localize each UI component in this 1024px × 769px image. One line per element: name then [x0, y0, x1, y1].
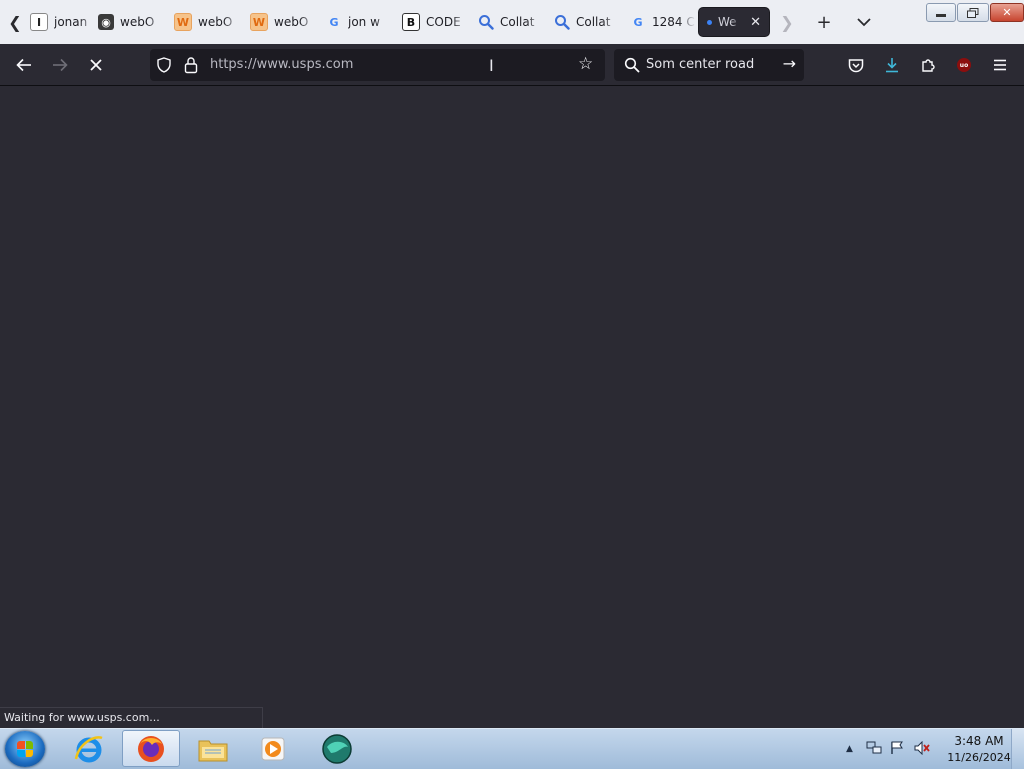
tab-webo-2[interactable]: W webO	[168, 8, 240, 36]
taskbar-file-explorer[interactable]	[184, 730, 242, 767]
globe-icon: ◉	[98, 14, 114, 30]
show-desktop-button[interactable]	[1011, 729, 1024, 769]
scroll-tabs-right-button[interactable]: ❯	[774, 8, 800, 36]
folder-icon	[198, 740, 228, 761]
clock-time[interactable]: 3:48 AM	[944, 734, 1014, 748]
tab-label: jon w	[348, 15, 380, 29]
back-button[interactable]	[9, 50, 39, 80]
start-button[interactable]	[5, 731, 45, 767]
tab-label: Collat	[576, 15, 611, 29]
windows-logo-icon	[17, 741, 33, 757]
google-icon: G	[329, 15, 339, 29]
search-bar[interactable]: Som center road →	[614, 49, 804, 81]
download-arrow-icon	[886, 58, 898, 73]
search-go-icon[interactable]: →	[783, 54, 796, 73]
tab-label: 1284 C	[652, 15, 695, 29]
tab-jon-w[interactable]: G jon w	[320, 8, 392, 36]
volume-muted-icon[interactable]	[914, 740, 930, 758]
tab-code[interactable]: B CODE	[396, 8, 468, 36]
tab-strip: ❮ I jonan ◉ webO W webO W webO G jon w B…	[0, 0, 1024, 45]
loading-dot-icon	[707, 19, 712, 25]
tab-label: Collat	[500, 15, 535, 29]
taskbar-media-player[interactable]	[244, 730, 302, 767]
taskbar-app[interactable]	[308, 730, 366, 767]
pocket-button[interactable]	[844, 53, 868, 77]
url-bar[interactable]: https://www.usps.com I ☆	[150, 49, 605, 81]
arrow-left-icon	[16, 58, 31, 72]
plus-icon: +	[816, 11, 832, 33]
tracking-protection-shield-icon[interactable]	[156, 57, 172, 73]
ublock-shield-icon: uo	[957, 58, 971, 72]
ublock-origin-button[interactable]: uo	[952, 53, 976, 77]
windows-taskbar: ▲ 3:48 AM 11/26/2024	[0, 728, 1024, 769]
network-icon[interactable]	[866, 741, 882, 758]
magnifier-icon	[554, 14, 570, 30]
tab-1284[interactable]: G 1284 C	[624, 8, 696, 36]
magnifier-icon	[478, 14, 494, 30]
chevron-right-icon: ❯	[780, 12, 794, 32]
orange-page-icon: W	[250, 13, 268, 31]
page-content-area	[0, 86, 1024, 728]
tab-label: jonan	[54, 15, 88, 29]
app-globe-icon	[322, 733, 352, 764]
pocket-icon	[848, 58, 864, 72]
minimize-window-button[interactable]	[926, 3, 956, 22]
tab-label: CODE	[426, 15, 461, 29]
text-cursor-icon: I	[489, 56, 494, 75]
list-all-tabs-button[interactable]	[850, 8, 878, 36]
tab-label: webO	[120, 15, 155, 29]
search-icon	[624, 57, 640, 73]
tab-label: We	[718, 15, 737, 29]
new-tab-button[interactable]: +	[810, 8, 838, 36]
extensions-button[interactable]	[916, 53, 940, 77]
tab-label: webO	[274, 15, 309, 29]
open-menu-button[interactable]	[988, 53, 1012, 77]
status-panel: Waiting for www.usps.com...	[0, 707, 263, 728]
tab-active-usps[interactable]: We ✕	[699, 8, 769, 36]
document-icon: I	[30, 13, 48, 31]
forward-button[interactable]	[45, 50, 75, 80]
stop-x-icon	[90, 59, 102, 71]
close-icon: ✕	[1002, 6, 1012, 19]
restore-window-button[interactable]	[957, 3, 989, 22]
arrow-right-icon	[53, 58, 68, 72]
orange-page-icon: W	[174, 13, 192, 31]
google-icon: G	[633, 15, 643, 29]
lock-icon[interactable]	[183, 56, 199, 74]
media-player-icon	[261, 737, 285, 760]
code-icon: B	[402, 13, 420, 31]
chevron-left-icon: ❮	[8, 12, 22, 32]
clock-date[interactable]: 11/26/2024	[942, 751, 1016, 764]
show-hidden-icons-icon[interactable]: ▲	[846, 744, 853, 754]
tab-webo-1[interactable]: ◉ webO	[92, 8, 164, 36]
taskbar-internet-explorer[interactable]	[60, 730, 118, 767]
stop-loading-button[interactable]	[81, 50, 111, 80]
downloads-button[interactable]	[880, 53, 904, 77]
firefox-icon	[138, 735, 164, 762]
bookmark-star-icon[interactable]: ☆	[578, 54, 593, 74]
puzzle-piece-icon	[922, 59, 935, 72]
taskbar-firefox[interactable]	[122, 730, 180, 767]
tab-collat-1[interactable]: Collat	[472, 8, 544, 36]
url-text[interactable]: https://www.usps.com	[210, 57, 353, 72]
tab-webo-3[interactable]: W webO	[244, 8, 316, 36]
chevron-down-icon	[857, 18, 871, 27]
system-tray: ▲ 3:48 AM 11/26/2024	[840, 729, 1024, 769]
tab-jonan[interactable]: I jonan	[24, 8, 96, 36]
minimize-icon	[936, 14, 946, 17]
close-window-button[interactable]: ✕	[990, 3, 1024, 22]
restore-icon	[967, 7, 979, 18]
tab-collat-2[interactable]: Collat	[548, 8, 620, 36]
hamburger-menu-icon	[994, 59, 1006, 71]
tab-label: webO	[198, 15, 233, 29]
close-tab-icon[interactable]: ✕	[750, 15, 761, 30]
internet-explorer-icon	[74, 735, 103, 762]
action-center-flag-icon[interactable]	[890, 741, 904, 758]
search-input[interactable]: Som center road	[646, 57, 754, 72]
navigation-toolbar: https://www.usps.com I ☆ Som center road…	[0, 44, 1024, 86]
